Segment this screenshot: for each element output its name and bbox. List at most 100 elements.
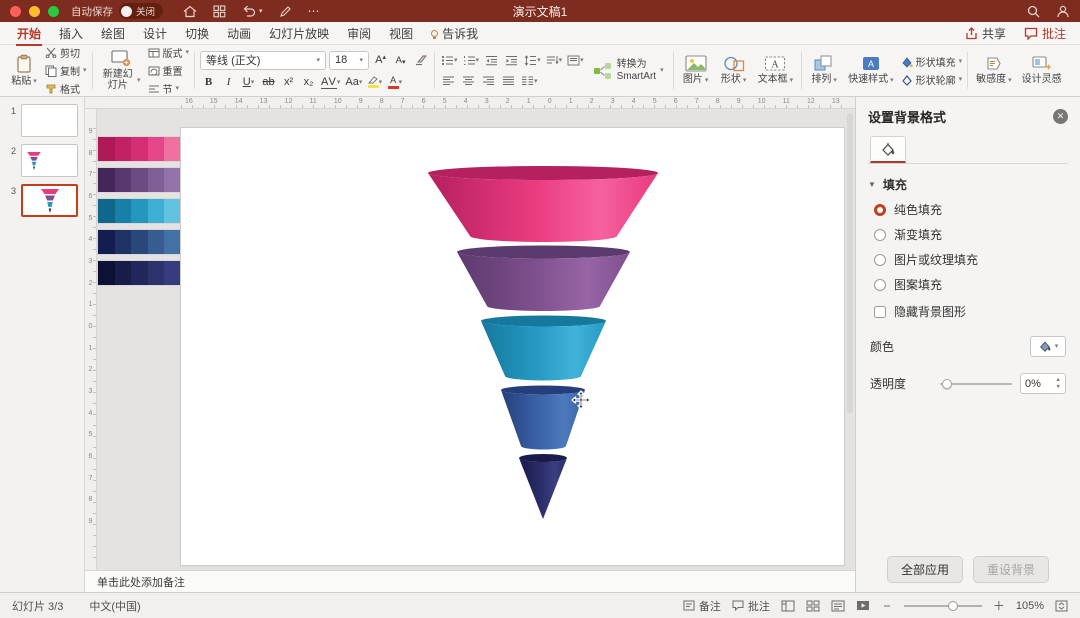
align-right-button[interactable]: [480, 73, 497, 90]
superscript-button[interactable]: x²: [280, 74, 297, 91]
underline-button[interactable]: U ▾: [240, 74, 257, 91]
tab-审阅[interactable]: 审阅: [338, 21, 380, 45]
fill-option-渐变填充[interactable]: 渐变填充: [874, 226, 1068, 243]
zoom-in-button[interactable]: ＋: [993, 597, 1005, 614]
slide-sorter-view-button[interactable]: [806, 600, 820, 612]
hide-background-checkbox[interactable]: 隐藏背景图形: [874, 303, 1068, 320]
cut-button[interactable]: 剪切: [45, 45, 87, 60]
slideshow-view-button[interactable]: [856, 600, 870, 612]
tab-动画[interactable]: 动画: [218, 21, 260, 45]
clear-formatting-button[interactable]: [412, 52, 429, 69]
font-size-select[interactable]: 18 ▾: [329, 50, 370, 70]
background-color-button[interactable]: ▾: [1030, 336, 1066, 357]
change-case-button[interactable]: Aa ▾: [344, 74, 363, 91]
slide-1-thumb[interactable]: [21, 104, 78, 137]
design-ideas-button[interactable]: 设计灵感: [1019, 54, 1065, 87]
notes-pane[interactable]: 单击此处添加备注: [85, 570, 855, 592]
insert-shapes-button[interactable]: 形状 ▾: [717, 54, 751, 87]
undo-icon[interactable]: ▾: [242, 5, 263, 18]
notes-toggle-button[interactable]: 备注: [683, 598, 721, 614]
font-name-select[interactable]: 等线 (正文) ▾: [200, 50, 327, 70]
fill-option-图片或纹理填充[interactable]: 图片或纹理填充: [874, 251, 1068, 268]
arrange-button[interactable]: 排列 ▾: [807, 54, 841, 87]
color-strip-1[interactable]: [98, 137, 181, 161]
funnel-segment-5[interactable]: [519, 458, 567, 519]
transparency-value-input[interactable]: 0% ▲ ▼: [1020, 373, 1066, 394]
zoom-out-button[interactable]: −: [881, 599, 893, 613]
color-strip-2[interactable]: [98, 168, 181, 192]
close-window-button[interactable]: [10, 5, 21, 17]
shape-fill-button[interactable]: 形状填充 ▾: [901, 54, 962, 69]
share-button[interactable]: 共享: [965, 25, 1006, 42]
tab-插入[interactable]: 插入: [50, 21, 92, 45]
line-spacing-button[interactable]: ▾: [523, 52, 542, 69]
zoom-slider-thumb[interactable]: [947, 600, 958, 611]
zoom-slider[interactable]: [903, 600, 982, 612]
tab-绘图[interactable]: 绘图: [92, 21, 134, 45]
new-slide-button[interactable]: 新建幻灯片 ▾: [98, 49, 144, 93]
color-strip-5[interactable]: [98, 261, 181, 285]
slide-thumbnail-1[interactable]: 1: [7, 104, 79, 137]
account-icon[interactable]: [1056, 5, 1070, 18]
columns-button[interactable]: ▾: [520, 73, 539, 90]
home-icon[interactable]: [183, 5, 197, 18]
bold-button[interactable]: B: [200, 74, 217, 91]
slide-3-thumb[interactable]: [21, 184, 78, 217]
fill-tab[interactable]: [870, 136, 906, 163]
bullet-list-button[interactable]: ▾: [440, 52, 459, 69]
tab-设计[interactable]: 设计: [134, 21, 176, 45]
paste-button[interactable]: 粘贴 ▾: [7, 53, 41, 89]
subscript-button[interactable]: x₂: [300, 74, 317, 91]
slide-editing-surface[interactable]: [181, 128, 844, 565]
tab-开始[interactable]: 开始: [8, 21, 50, 46]
align-left-button[interactable]: [440, 73, 457, 90]
decrease-font-size-button[interactable]: A ▾: [392, 52, 409, 69]
increase-indent-button[interactable]: [503, 52, 520, 69]
color-strip-3[interactable]: [98, 199, 181, 223]
fill-section-header[interactable]: ▼ 填充: [868, 176, 1068, 193]
minimize-window-button[interactable]: [29, 5, 40, 17]
more-icon[interactable]: ⋯: [308, 4, 321, 18]
highlight-color-button[interactable]: ▾: [366, 74, 383, 91]
language-indicator[interactable]: 中文(中国): [89, 598, 140, 614]
tab-切换[interactable]: 切换: [176, 21, 218, 45]
italic-button[interactable]: I: [220, 74, 237, 91]
strikethrough-button[interactable]: ab: [260, 74, 277, 91]
numbered-list-button[interactable]: ▾: [462, 52, 481, 69]
decrease-indent-button[interactable]: [483, 52, 500, 69]
reading-view-button[interactable]: [831, 600, 845, 612]
fit-to-window-button[interactable]: [1055, 600, 1068, 612]
format-painter-button[interactable]: 格式: [45, 81, 87, 96]
apps-grid-icon[interactable]: [213, 4, 226, 18]
font-color-button[interactable]: A ▾: [386, 74, 403, 91]
insert-picture-button[interactable]: 图片 ▾: [679, 54, 713, 87]
funnel-segment-1[interactable]: [428, 173, 658, 242]
canvas-scrollbar[interactable]: [847, 113, 853, 413]
tab-视图[interactable]: 视图: [380, 21, 422, 45]
copy-button[interactable]: 复制 ▾: [45, 63, 87, 78]
quick-styles-button[interactable]: A 快速样式 ▾: [845, 54, 897, 87]
autosave-toggle[interactable]: 关闭: [119, 3, 164, 19]
zoom-window-button[interactable]: [48, 5, 59, 17]
pen-icon[interactable]: [279, 5, 292, 18]
zoom-level[interactable]: 105%: [1016, 600, 1044, 612]
justify-button[interactable]: [500, 73, 517, 90]
increase-font-size-button[interactable]: A ▴: [372, 52, 389, 69]
fill-option-纯色填充[interactable]: 纯色填充: [874, 201, 1068, 218]
tab-告诉我[interactable]: 告诉我: [422, 21, 487, 45]
tab-幻灯片放映[interactable]: 幻灯片放映: [260, 21, 338, 45]
apply-to-all-button[interactable]: 全部应用: [886, 556, 963, 583]
character-spacing-button[interactable]: AV ▾: [320, 74, 341, 91]
search-icon[interactable]: [1027, 5, 1040, 18]
text-direction-button[interactable]: ▾: [545, 52, 564, 69]
color-strip-4[interactable]: [98, 230, 181, 254]
reset-button[interactable]: 重置: [148, 63, 190, 78]
layout-button[interactable]: 版式 ▾: [148, 45, 189, 60]
slide-thumbnail-2[interactable]: 2: [7, 144, 79, 177]
align-text-vertical-button[interactable]: ▾: [566, 52, 585, 69]
transparency-slider[interactable]: [940, 378, 1012, 390]
sensitivity-button[interactable]: 敏感度 ▾: [973, 54, 1015, 87]
normal-view-button[interactable]: [781, 600, 795, 612]
section-button[interactable]: 节 ▾: [148, 81, 190, 96]
slide-2-thumb[interactable]: [21, 144, 78, 177]
